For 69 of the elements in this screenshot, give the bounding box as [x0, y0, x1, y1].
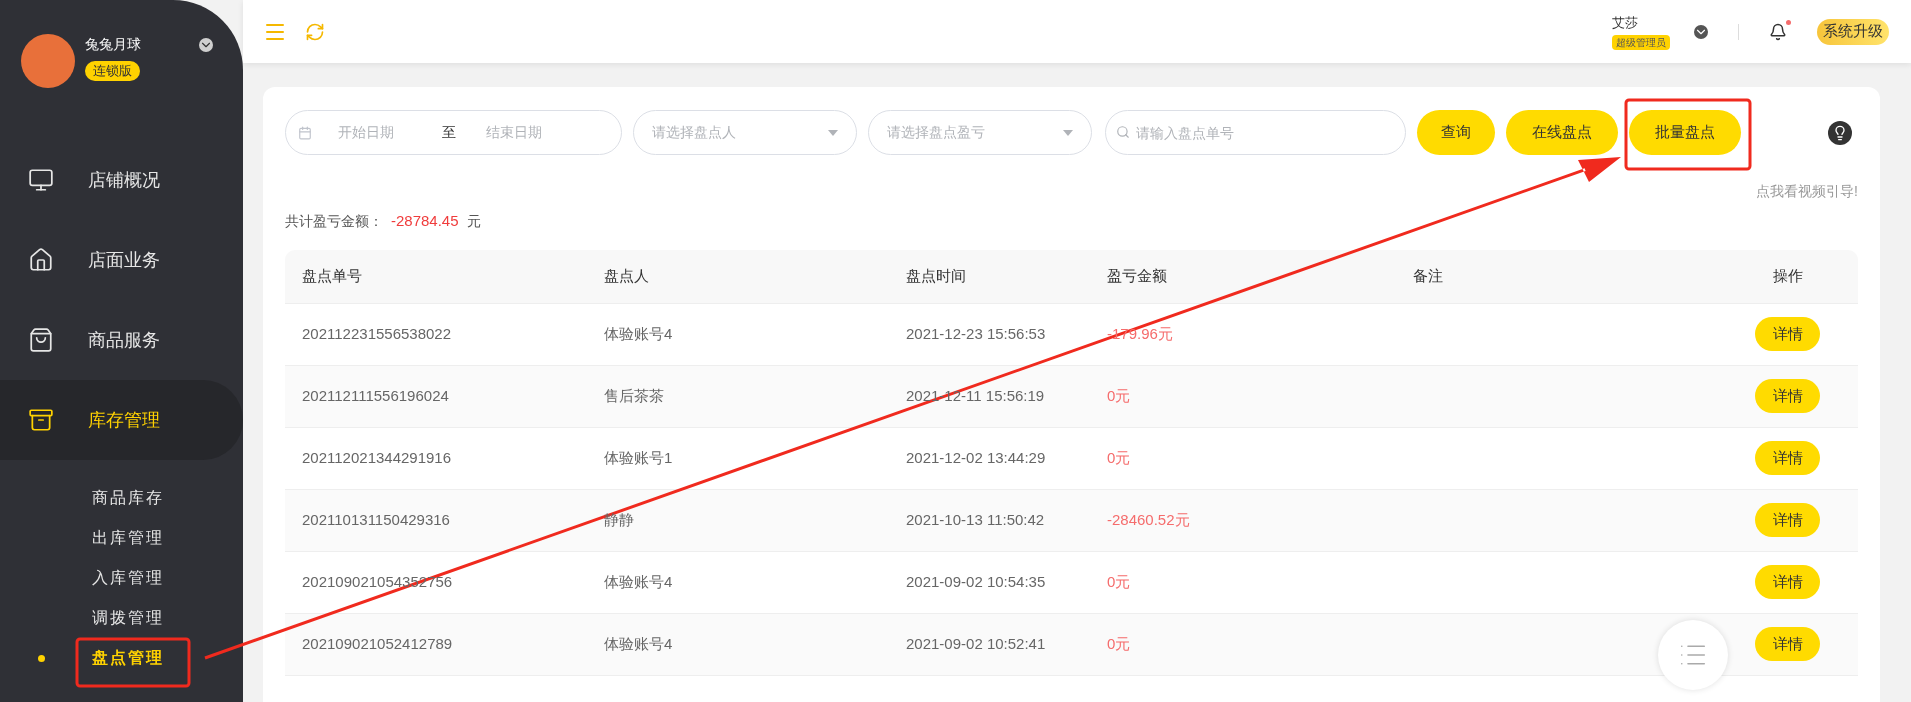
- details-button[interactable]: 详情: [1755, 503, 1820, 537]
- table-cell-text: 2021-09-02 10:52:41: [906, 633, 1046, 654]
- action-button[interactable]: 在线盘点: [1506, 110, 1618, 155]
- details-button[interactable]: 详情: [1755, 379, 1820, 413]
- column-header: 盘点单号: [302, 265, 363, 286]
- dropdown-icon[interactable]: [199, 38, 213, 52]
- table-cell-text: 体验账号4: [604, 323, 673, 344]
- nav-item[interactable]: 商品服务: [0, 300, 243, 380]
- column-header: 盈亏金额: [1107, 265, 1168, 286]
- table-cell-text: 0元: [1107, 571, 1131, 592]
- upgrade-button[interactable]: 系统升级: [1817, 18, 1889, 45]
- action-button[interactable]: 批量盘点: [1629, 110, 1741, 155]
- details-button[interactable]: 详情: [1755, 627, 1820, 661]
- details-button[interactable]: 详情: [1755, 441, 1820, 475]
- table-cell-text: 202112021344291916: [302, 447, 452, 468]
- dropdown-icon[interactable]: [1694, 24, 1708, 39]
- table-cell-text: 202109021052412789: [302, 633, 453, 654]
- search-icon: [1116, 125, 1130, 139]
- table-cell-text: 体验账号4: [604, 633, 673, 654]
- table-cell-text: 2021-12-02 13:44:29: [906, 447, 1046, 468]
- box-icon: [28, 407, 54, 433]
- end-date-placeholder: 结束日期: [486, 123, 542, 142]
- table-cell-text: 202112111556196024: [302, 385, 449, 406]
- nav-item[interactable]: 店面业务: [0, 220, 243, 300]
- table-cell-text: -28460.52元: [1107, 509, 1190, 530]
- lightbulb-icon[interactable]: [1828, 120, 1852, 145]
- table-cell-text: 静静: [604, 509, 634, 530]
- column-header: 备注: [1413, 265, 1444, 286]
- table-cell-text: 售后茶茶: [604, 385, 664, 406]
- role-tag: 超级管理员: [1612, 34, 1670, 50]
- house-icon: [28, 247, 54, 273]
- summary-label: 共计盈亏金额：: [285, 211, 383, 231]
- start-date-placeholder: 开始日期: [338, 123, 394, 142]
- submenu-item[interactable]: 出库管理: [92, 526, 164, 550]
- column-header: 盘点人: [604, 265, 650, 286]
- submenu-item[interactable]: 盘点管理: [92, 646, 164, 670]
- calendar-icon: [298, 125, 312, 140]
- table-cell-text: 0元: [1107, 447, 1131, 468]
- submenu-item[interactable]: 商品库存: [92, 486, 164, 510]
- summary-unit: 元: [466, 211, 481, 231]
- monitor-icon: [28, 167, 54, 193]
- avatar: [21, 34, 75, 88]
- search-field[interactable]: 请输入盘点单号: [1105, 110, 1406, 155]
- submenu-item[interactable]: 入库管理: [92, 566, 164, 590]
- user-name: 艾莎: [1612, 14, 1638, 33]
- table-cell-text: 202112231556538022: [302, 323, 452, 344]
- nav-item[interactable]: 店铺概况: [0, 140, 243, 220]
- table-cell-text: 0元: [1107, 385, 1131, 406]
- table-cell-text: 2021-10-13 11:50:42: [906, 509, 1045, 530]
- bag-icon: [28, 327, 54, 353]
- details-button[interactable]: 详情: [1755, 565, 1820, 599]
- summary-value: -28784.45: [391, 211, 459, 231]
- table-cell-text: 体验账号1: [604, 447, 673, 468]
- table-cell-text: 体验账号4: [604, 571, 673, 592]
- column-header: 盘点时间: [906, 265, 967, 286]
- table-cell-text: 2021-09-02 10:54:35: [906, 571, 1046, 592]
- range-separator: 至: [442, 123, 456, 142]
- table-cell-text: 0元: [1107, 633, 1131, 654]
- caret-icon: [1063, 129, 1073, 136]
- submenu-item[interactable]: 调拨管理: [92, 606, 164, 630]
- caret-icon: [828, 129, 838, 136]
- action-button[interactable]: 查询: [1417, 110, 1495, 155]
- table-cell-text: 2021-12-23 15:56:53: [906, 323, 1046, 344]
- table-cell-text: 202110131150429316: [302, 509, 450, 530]
- store-name: 兔兔月球: [85, 35, 142, 54]
- details-button[interactable]: 详情: [1755, 317, 1820, 351]
- column-header: 操作: [1772, 265, 1803, 286]
- nav-item[interactable]: 库存管理: [0, 380, 243, 460]
- edition-tag: 连锁版: [85, 61, 140, 81]
